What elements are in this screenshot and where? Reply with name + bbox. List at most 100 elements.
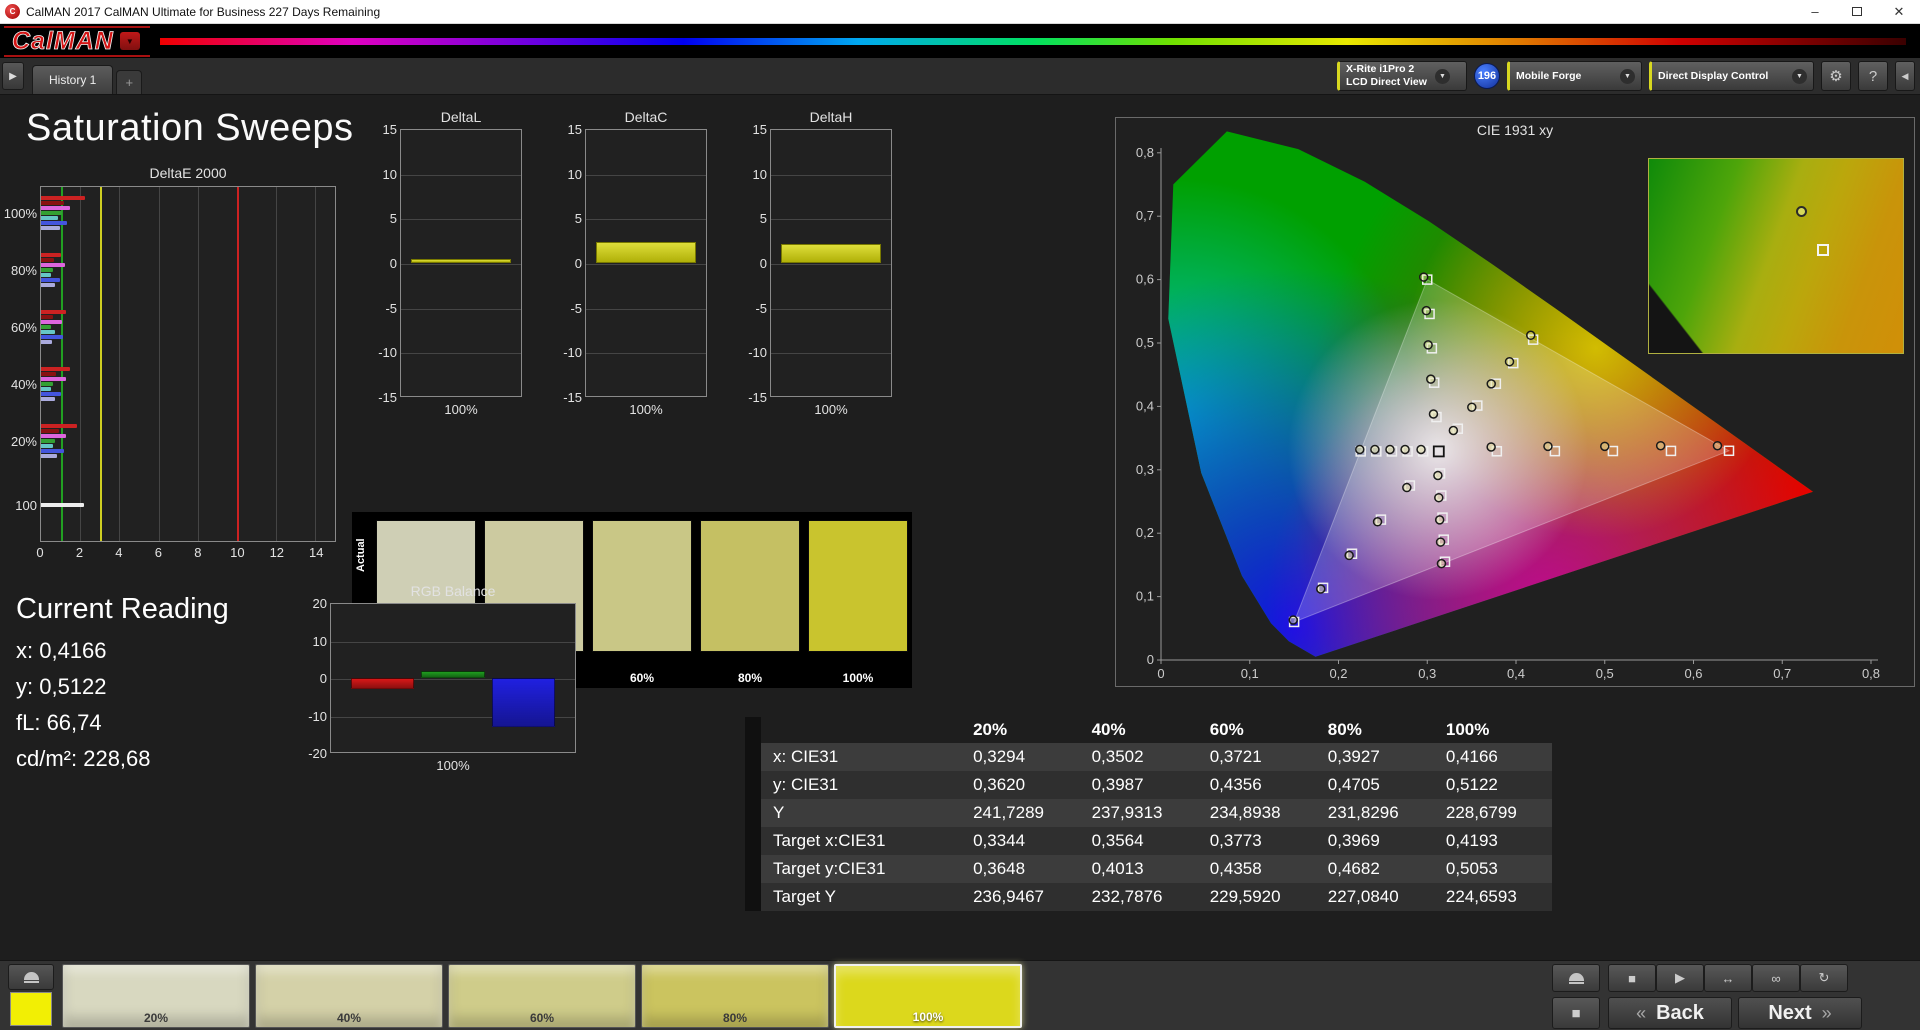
table-cell: 224,6593	[1433, 883, 1552, 911]
deltae-bar	[41, 439, 55, 444]
source-label: Mobile Forge	[1516, 69, 1582, 82]
calman-logo[interactable]: CalMAN ▼	[4, 25, 150, 57]
pattern-swatch-label: 60%	[529, 1011, 555, 1025]
transport-big-stop-button[interactable]: ■	[1552, 997, 1600, 1029]
table-cell: 0,3927	[1315, 743, 1434, 771]
settings-gear-button[interactable]: ⚙	[1821, 61, 1851, 91]
pattern-swatch-20%[interactable]: 20%	[62, 964, 250, 1028]
display-control-selector[interactable]: Direct Display Control ▼	[1649, 61, 1814, 91]
cie-measured-marker	[1543, 441, 1553, 452]
minimize-button[interactable]: –	[1794, 0, 1836, 23]
deltae-x-tick-label: 12	[269, 545, 285, 560]
deltae-bar	[41, 196, 86, 201]
delta-x-label: 100%	[814, 402, 848, 417]
logo-bar: CalMAN ▼	[0, 24, 1920, 58]
deltae-bar	[41, 211, 62, 216]
collapse-panel-button[interactable]: ◀	[1895, 61, 1915, 91]
table-cell: 0,3294	[961, 743, 1080, 771]
deltae-bar	[41, 444, 53, 449]
bottom-bar: 20% 40% 60% 80% 100% ■ ▶ ↔ ∞ ↻ ■ «Back Next»	[0, 960, 1920, 1030]
rgb-plot-area: 20 10 0 -10 -20	[308, 596, 576, 761]
meter-selector[interactable]: X-Rite i1Pro 2 LCD Direct View ▼	[1337, 61, 1467, 91]
cie-measured-marker	[1436, 558, 1447, 569]
transport-stop-button[interactable]: ■	[1608, 964, 1656, 992]
pattern-swatch-100%[interactable]: 100%	[834, 964, 1022, 1028]
cie-measured-marker	[1712, 440, 1723, 451]
deltae-bar	[41, 258, 54, 263]
delta-y-tick-label: 10	[752, 166, 767, 182]
back-button[interactable]: « Back	[1608, 997, 1732, 1029]
next-button[interactable]: Next »	[1738, 997, 1862, 1029]
transport-play-button[interactable]: ▶	[1656, 964, 1704, 992]
table-cell: 229,5920	[1197, 883, 1316, 911]
help-button[interactable]: ?	[1858, 61, 1888, 91]
pattern-window-button[interactable]	[8, 964, 54, 990]
table-cell: 227,0840	[1315, 883, 1434, 911]
cie-y-tick-label: 0,2	[1136, 525, 1154, 540]
cie-measured-marker	[1418, 272, 1429, 282]
pattern-swatch-40%[interactable]: 40%	[255, 964, 443, 1028]
rgb-chart-title: RGB Balance	[410, 583, 496, 599]
deltae-bar	[41, 392, 61, 397]
delta-y-tick-label: 5	[759, 211, 767, 227]
table-cell: 0,3648	[961, 855, 1080, 883]
deltae-bar	[41, 221, 68, 226]
deltae-x-tick-label: 2	[75, 545, 84, 560]
delta-gridline	[401, 219, 521, 221]
table-cell: 228,6799	[1433, 799, 1552, 827]
sweep-swatch-label: 60%	[629, 671, 655, 685]
transport-loop-button[interactable]: ↻	[1800, 964, 1848, 992]
cie-y-tick-label: 0,8	[1136, 145, 1154, 160]
back-button-label: Back	[1656, 1001, 1704, 1024]
current-reading-value: fL: 66,74	[16, 710, 102, 735]
cie-chart-title: CIE 1931 xy	[1476, 122, 1554, 138]
cie-measured-marker	[1316, 584, 1326, 594]
app-icon: C	[5, 4, 20, 19]
sweep-swatch-80%	[700, 520, 800, 652]
delta-gridline	[586, 308, 706, 310]
meter-count-badge[interactable]: 196	[1474, 63, 1500, 89]
pattern-swatch-80%[interactable]: 80%	[641, 964, 829, 1028]
delta-y-tick-label: 0	[389, 256, 397, 271]
table-column-header: 60%	[1209, 720, 1244, 739]
table-cell: 236,9467	[961, 883, 1080, 911]
delta-gridline	[586, 174, 706, 176]
tab-history-1[interactable]: History 1	[32, 65, 114, 94]
deltae-bar	[41, 273, 51, 278]
close-button[interactable]: ✕	[1878, 0, 1920, 23]
delta-value-bar	[595, 242, 697, 263]
sidebar-expander-button[interactable]: ▶	[2, 62, 24, 90]
table-row-label: Target x:CIE31	[744, 827, 962, 855]
pattern-swatch-60%[interactable]: 60%	[448, 964, 636, 1028]
add-tab-button[interactable]: +	[116, 70, 143, 94]
meter-line2: LCD Direct View	[1346, 76, 1427, 88]
transport-eject-button[interactable]	[1552, 964, 1600, 992]
delta-chart-title: DeltaL	[440, 109, 482, 125]
deltae-bar	[41, 330, 55, 335]
delta-y-tick-label: 10	[567, 166, 582, 182]
rgb-y-tick-label: 0	[319, 671, 327, 686]
delta-y-tick-label: -5	[755, 300, 767, 316]
deltae-bar	[41, 449, 64, 454]
source-selector[interactable]: Mobile Forge ▼	[1507, 61, 1642, 91]
deltae-bar	[41, 206, 71, 211]
current-pattern-swatch[interactable]	[10, 992, 52, 1026]
delta-plot-area: 15 10 5 0 -5 -10 -15	[563, 122, 707, 405]
delta-gridline	[401, 264, 521, 265]
table-cell: 0,4013	[1079, 855, 1198, 883]
logo-menu-chevron-icon[interactable]: ▼	[119, 32, 140, 50]
transport-continuous-button[interactable]: ∞	[1752, 964, 1800, 992]
delta-gridline	[586, 353, 706, 355]
pattern-swatch-label: 100%	[912, 1010, 944, 1024]
table-cell: 0,3773	[1197, 827, 1316, 855]
table-cell: 0,4193	[1433, 827, 1552, 855]
deltae-bar	[41, 377, 66, 382]
deltae-x-tick-label: 6	[154, 545, 163, 560]
delta-chart-title: DeltaC	[624, 109, 668, 125]
deltae-bar	[41, 454, 57, 459]
rgb-balance-chart: RGB Balance 20 10 0 -10 -20 100%	[300, 583, 580, 773]
transport-measure-button[interactable]: ↔	[1704, 964, 1752, 992]
deltae-bar	[41, 253, 61, 258]
delta-y-tick-label: 5	[574, 211, 582, 227]
maximize-button[interactable]	[1836, 0, 1878, 23]
